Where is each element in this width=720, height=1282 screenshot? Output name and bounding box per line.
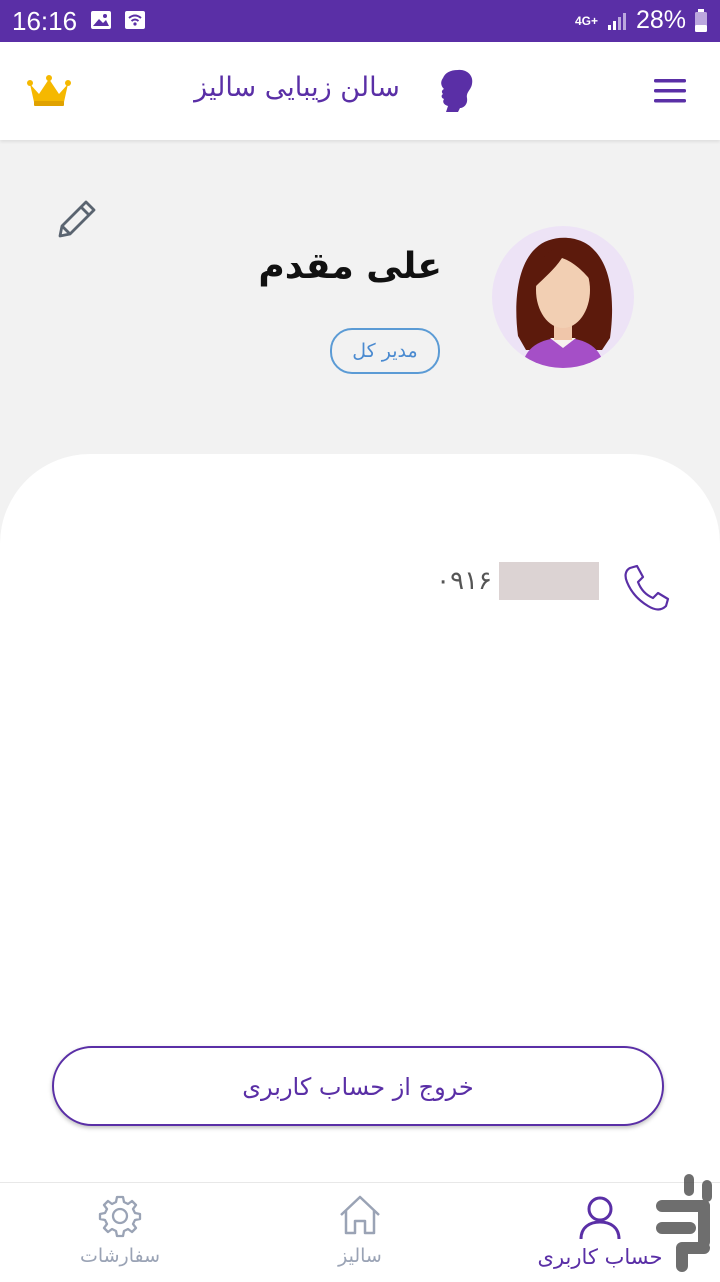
user-name: علی مقدم bbox=[258, 246, 442, 287]
wifi-notification-icon bbox=[125, 11, 145, 29]
bottom-navigation: حساب کاربری سالیز سفارشات bbox=[0, 1182, 720, 1281]
phone-number: ۰۹۱۶ bbox=[436, 566, 492, 596]
image-notification-icon bbox=[91, 11, 111, 29]
woman-avatar-icon bbox=[492, 226, 634, 368]
edit-profile-button[interactable] bbox=[52, 194, 102, 244]
phone-icon bbox=[620, 562, 672, 614]
status-right: 4G+ 28% bbox=[575, 6, 708, 35]
phone-redacted-block bbox=[499, 562, 599, 600]
nav-item-orders[interactable]: سفارشات bbox=[50, 1183, 190, 1281]
nav-label-orders: سفارشات bbox=[79, 1245, 161, 1267]
battery-percent: 28% bbox=[635, 6, 686, 34]
user-icon bbox=[579, 1196, 621, 1240]
nav-item-home[interactable]: سالیز bbox=[290, 1183, 430, 1281]
home-icon bbox=[340, 1195, 380, 1235]
battery-icon bbox=[695, 8, 707, 32]
menu-button[interactable] bbox=[648, 76, 692, 106]
pencil-icon bbox=[58, 200, 96, 238]
details-card: ۰۹۱۶ خروج از حساب کاربری bbox=[0, 454, 720, 1182]
app-title: سالن زیبایی سالیز bbox=[194, 72, 400, 103]
status-bar: 16:16 4G+ 28% bbox=[0, 0, 720, 42]
logout-button[interactable]: خروج از حساب کاربری bbox=[52, 1046, 664, 1126]
status-time: 16:16 bbox=[12, 6, 78, 36]
hamburger-menu-icon bbox=[654, 79, 686, 103]
crown-icon[interactable] bbox=[26, 74, 72, 108]
nav-label-home: سالیز bbox=[338, 1245, 382, 1267]
gear-icon bbox=[98, 1195, 142, 1238]
role-badge: مدیر کل bbox=[330, 328, 440, 374]
app-bar: سالن زیبایی سالیز bbox=[0, 42, 720, 140]
notification-icons bbox=[90, 10, 146, 30]
network-type: 4G+ bbox=[574, 13, 598, 28]
woman-silhouette-icon bbox=[436, 68, 476, 114]
signal-icon bbox=[607, 12, 626, 30]
store-watermark-logo bbox=[648, 1170, 718, 1278]
